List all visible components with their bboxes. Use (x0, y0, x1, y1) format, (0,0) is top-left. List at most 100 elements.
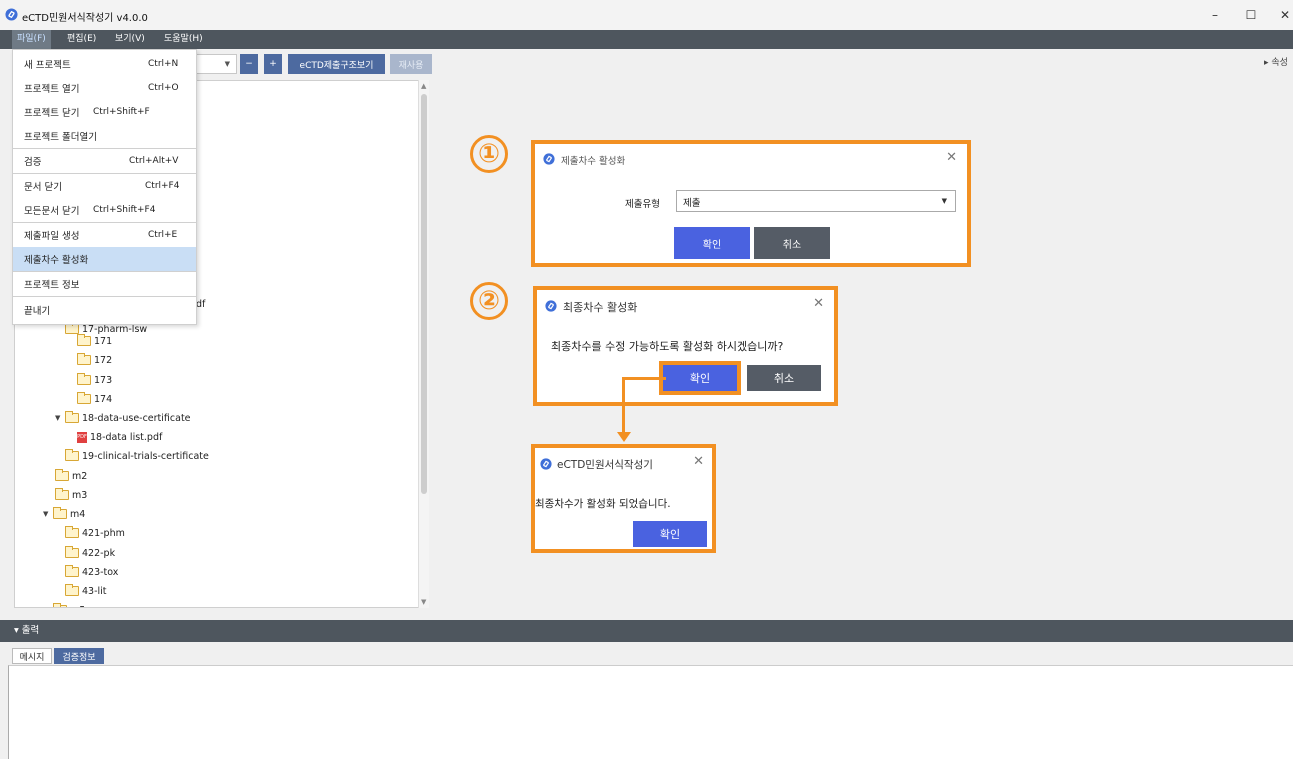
final-sequence-dialog: 최종차수 활성화 ✕ 최종차수를 수정 가능하도록 활성화 하시겠습니까? 확인… (533, 286, 838, 406)
menu-item-label: 끝내기 (24, 306, 51, 317)
dialog-title: 최종차수 활성화 (563, 301, 638, 314)
menu-item-label: 검증 (24, 157, 42, 168)
folder-icon (65, 546, 79, 558)
menu-item-new-project[interactable]: 새 프로젝트 Ctrl+N (13, 52, 196, 76)
tree-item[interactable]: 174 (77, 390, 112, 408)
tree-item[interactable]: 43-lit (65, 582, 107, 600)
menu-item-shortcut: Ctrl+F4 (145, 181, 180, 191)
expand-toggle-icon[interactable]: ▼ (43, 606, 53, 607)
menu-item-shortcut: Ctrl+Alt+V (129, 156, 179, 166)
tree-item[interactable]: ▼ m4 (43, 505, 85, 523)
structure-view-button[interactable]: eCTD제출구조보기 (288, 54, 385, 74)
toolbar-combo[interactable]: ▼ (195, 54, 237, 74)
dialog-header: eCTD민원서식작성기 ✕ (535, 448, 712, 478)
menu-item-label: 제출차수 활성화 (24, 255, 89, 266)
tab-messages[interactable]: 메시지 (12, 648, 52, 664)
close-button[interactable]: ✕ (1270, 4, 1293, 26)
maximize-button[interactable]: ☐ (1236, 4, 1266, 26)
dialog-message: 최종차수가 활성화 되었습니다. (535, 498, 671, 510)
menu-file[interactable]: 파일(F) (12, 30, 51, 49)
expand-toggle-icon[interactable]: ▼ (55, 414, 65, 422)
tree-item[interactable]: PDF 18-data list.pdf (77, 428, 162, 446)
tree-label: m2 (72, 470, 88, 482)
cancel-button[interactable]: 취소 (747, 365, 821, 391)
tree-label: 422-pk (82, 547, 116, 559)
expand-button[interactable]: + (264, 54, 282, 74)
menu-item-shortcut: Ctrl+Shift+F (93, 107, 150, 117)
tree-item[interactable]: 172 (77, 351, 112, 369)
close-icon[interactable]: ✕ (946, 150, 957, 165)
output-tabs (0, 642, 1293, 666)
pdf-icon: PDF (77, 431, 87, 443)
menu-view[interactable]: 보기(V) (110, 30, 150, 49)
step-2-marker: ② (470, 282, 508, 320)
scroll-up-icon[interactable]: ▲ (421, 82, 426, 90)
confirmation-dialog: eCTD민원서식작성기 ✕ 최종차수가 활성화 되었습니다. 확인 (531, 444, 716, 553)
tree-item[interactable]: m3 (55, 486, 87, 504)
tree-label: 43-lit (82, 585, 107, 597)
tree-item[interactable]: 19-clinical-trials-certificate (65, 447, 209, 465)
output-content (8, 665, 1293, 759)
folder-icon (77, 373, 91, 385)
expand-toggle-icon[interactable]: ▼ (43, 510, 53, 518)
confirm-button[interactable]: 확인 (674, 227, 750, 259)
menu-item-open-project[interactable]: 프로젝트 열기 Ctrl+O (13, 76, 196, 100)
tree-item[interactable]: 421-phm (65, 524, 125, 542)
menu-item-validate[interactable]: 검증 Ctrl+Alt+V (13, 149, 196, 173)
menu-edit[interactable]: 편집(E) (62, 30, 101, 49)
menu-item-activate-sequence[interactable]: 제출차수 활성화 (13, 247, 196, 271)
properties-tab[interactable]: ▸ 속성 (1264, 55, 1288, 68)
scroll-down-icon[interactable]: ▼ (421, 598, 426, 606)
file-menu-dropdown: 새 프로젝트 Ctrl+N 프로젝트 열기 Ctrl+O 프로젝트 닫기 Ctrl+S… (12, 49, 197, 325)
window-title: eCTD민원서식작성기 v4.0.0 (22, 13, 148, 24)
tree-item[interactable]: df (196, 295, 205, 313)
tree-label: m5 (70, 605, 85, 608)
menu-item-close-all-documents[interactable]: 모든문서 닫기 Ctrl+Shift+F4 (13, 198, 196, 222)
tree-item[interactable]: ▼ m5 (43, 601, 85, 608)
tree-item[interactable]: 171 (77, 332, 112, 350)
connector-arrow (622, 377, 625, 434)
submission-type-select[interactable]: 제출 ▼ (676, 190, 956, 212)
tree-item[interactable]: 423-tox (65, 563, 118, 581)
menu-item-label: 프로젝트 정보 (24, 280, 80, 291)
scroll-thumb[interactable] (421, 94, 427, 494)
menu-bar: 파일(F) 편집(E) 보기(V) 도움말(H) (0, 30, 1293, 49)
tree-item[interactable]: m2 (55, 467, 87, 485)
menu-item-close-document[interactable]: 문서 닫기 Ctrl+F4 (13, 174, 196, 198)
menu-item-label: 제출파일 생성 (24, 231, 80, 242)
tree-item[interactable]: 422-pk (65, 544, 115, 562)
menu-item-create-submission[interactable]: 제출파일 생성 Ctrl+E (13, 223, 196, 247)
tree-item[interactable]: 173 (77, 371, 112, 389)
tab-validation-info[interactable]: 검증정보 (54, 648, 104, 664)
folder-icon (77, 353, 91, 365)
menu-help[interactable]: 도움말(H) (159, 30, 208, 49)
output-panel-header[interactable]: ▾ 출력 (0, 620, 1293, 642)
collapse-button[interactable]: − (240, 54, 258, 74)
cancel-button[interactable]: 취소 (754, 227, 830, 259)
menu-item-shortcut: Ctrl+E (148, 230, 178, 240)
chevron-down-icon: ▼ (941, 197, 947, 205)
minimize-button[interactable]: – (1200, 4, 1230, 26)
tree-item[interactable]: ▼ 18-data-use-certificate (55, 409, 191, 427)
tree-scrollbar[interactable]: ▲ ▼ (418, 80, 429, 608)
close-icon[interactable]: ✕ (813, 296, 824, 311)
menu-item-label: 프로젝트 열기 (24, 84, 80, 95)
menu-item-exit[interactable]: 끝내기 (13, 298, 196, 322)
menu-item-label: 모든문서 닫기 (24, 206, 80, 217)
menu-item-shortcut: Ctrl+N (148, 59, 179, 69)
menu-item-label: 프로젝트 닫기 (24, 108, 80, 119)
tree-label: df (196, 298, 206, 310)
app-logo-icon (5, 8, 18, 21)
tree-label: 173 (94, 374, 113, 386)
menu-item-project-info[interactable]: 프로젝트 정보 (13, 272, 196, 296)
folder-icon (65, 565, 79, 577)
tree-label: 171 (94, 335, 113, 347)
confirm-button[interactable]: 확인 (633, 521, 707, 547)
menu-item-open-project-folder[interactable]: 프로젝트 폴더열기 (13, 124, 196, 148)
menu-item-shortcut: Ctrl+Shift+F4 (93, 205, 156, 215)
close-icon[interactable]: ✕ (693, 454, 704, 469)
reuse-button[interactable]: 재사용 (390, 54, 432, 74)
confirm-button[interactable]: 확인 (663, 365, 737, 391)
tree-label: 18-data-use-certificate (82, 412, 191, 424)
menu-item-close-project[interactable]: 프로젝트 닫기 Ctrl+Shift+F (13, 100, 196, 124)
